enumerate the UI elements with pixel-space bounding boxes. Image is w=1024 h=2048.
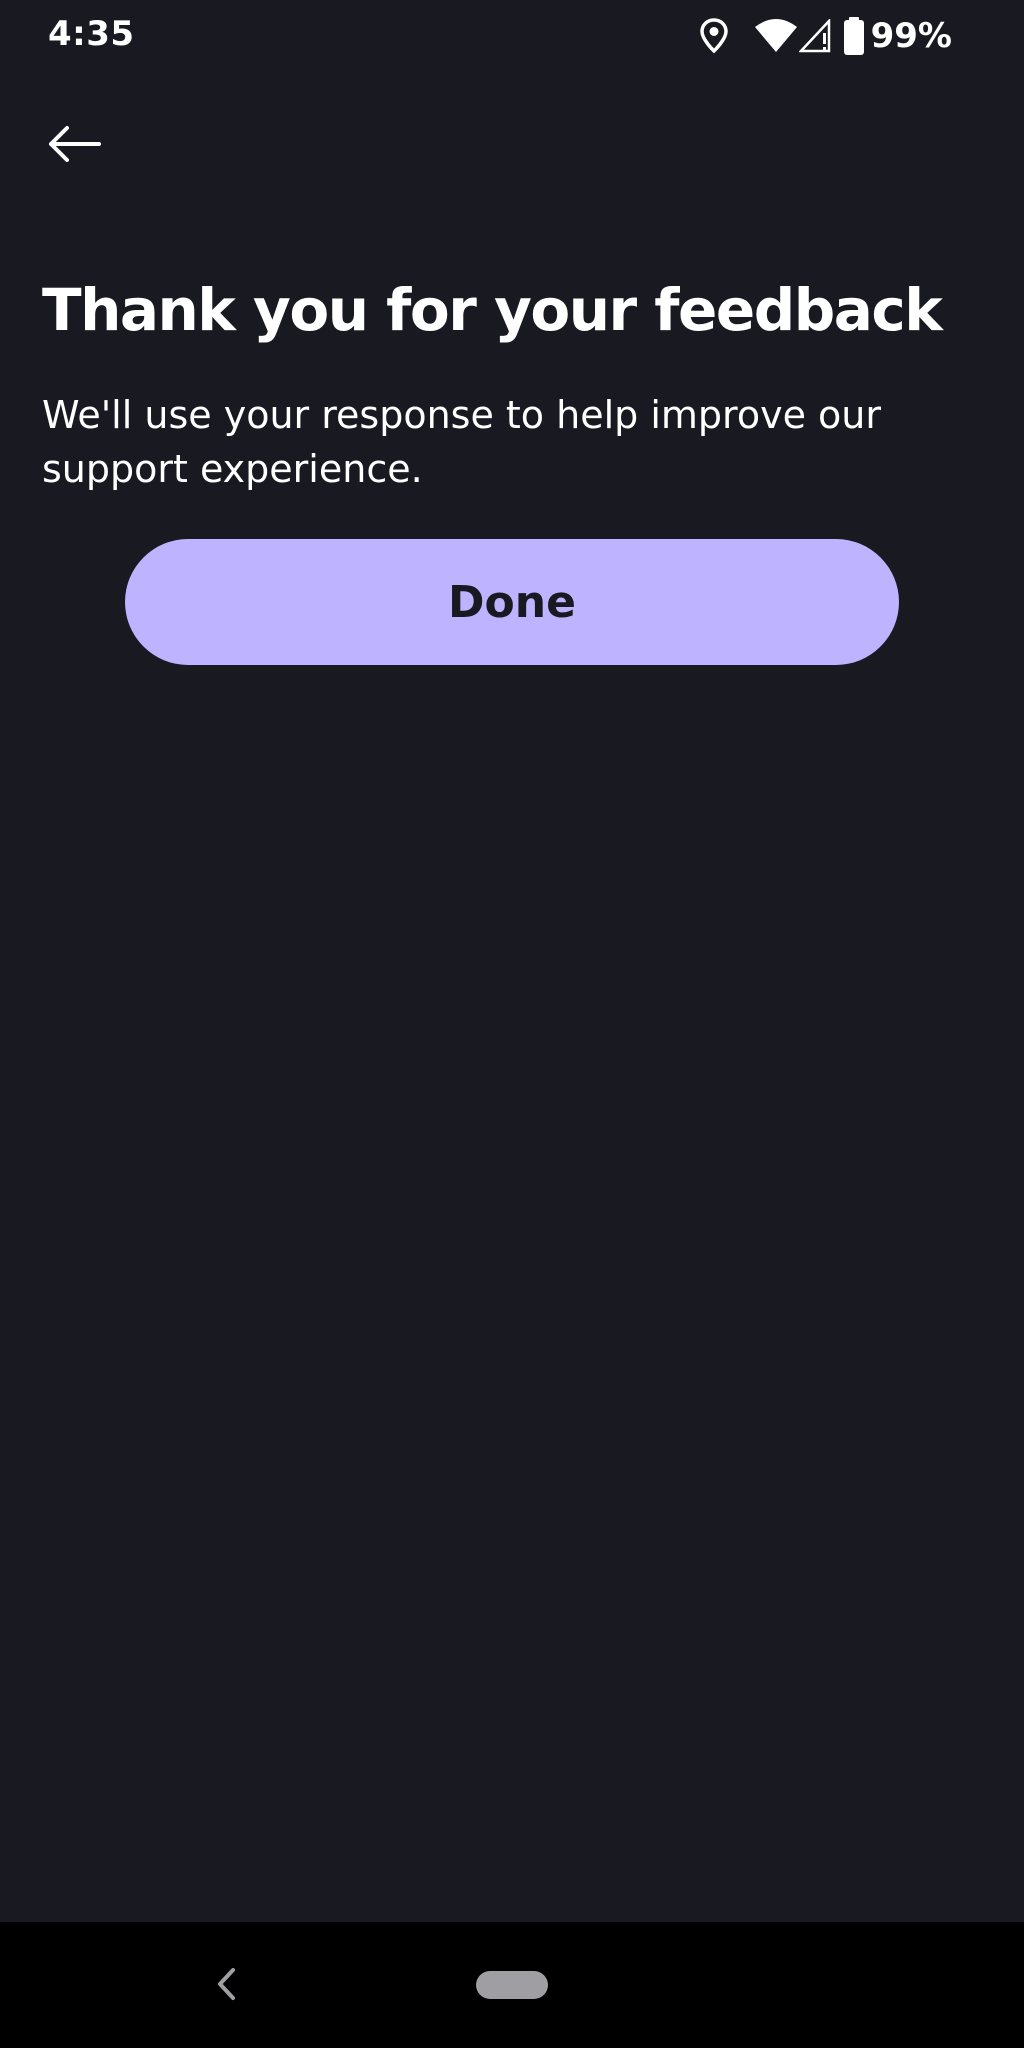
battery-icon xyxy=(843,17,865,55)
nav-back-button[interactable] xyxy=(206,1958,246,2014)
page-title: Thank you for your feedback xyxy=(42,276,943,344)
signal-icon xyxy=(798,19,833,53)
page-description: We'll use your response to help improve … xyxy=(42,393,881,491)
status-icons: 99% xyxy=(699,14,952,58)
chevron-left-icon xyxy=(215,1967,237,2006)
status-time: 4:35 xyxy=(48,14,135,54)
done-button[interactable]: Done xyxy=(125,539,899,665)
done-button-label: Done xyxy=(448,576,576,628)
arrow-left-icon xyxy=(47,124,101,169)
wifi-icon xyxy=(754,19,797,53)
home-pill-icon[interactable] xyxy=(476,1971,548,1999)
back-button[interactable] xyxy=(36,114,112,178)
status-bar: 4:35 99% xyxy=(0,0,1024,76)
battery-percent: 99% xyxy=(870,16,952,56)
location-icon xyxy=(699,18,729,54)
system-nav-bar xyxy=(0,1922,1024,2048)
